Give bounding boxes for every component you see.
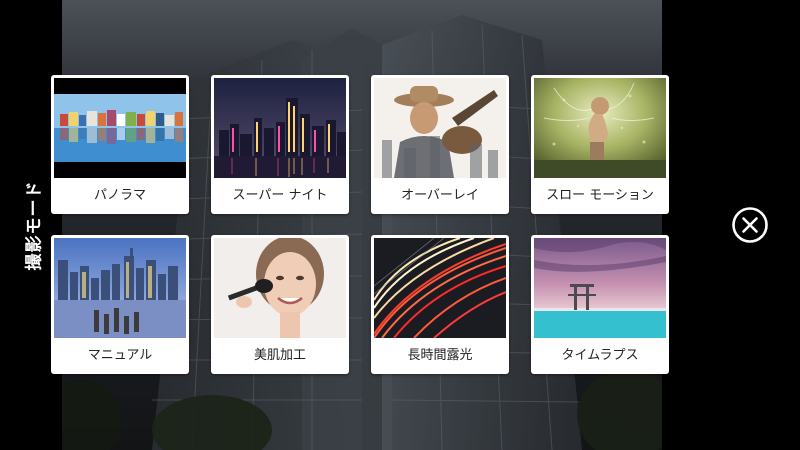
super-night-thumbnail: [214, 78, 346, 178]
mode-card-timelapse[interactable]: タイムラプス: [531, 235, 669, 374]
timelapse-thumbnail: [534, 238, 666, 338]
camera-mode-screen: 撮影モード パノラマ スーパー ナイト オーバーレイ スロー モーション マニュ…: [0, 0, 800, 450]
panorama-thumbnail: [54, 78, 186, 178]
mode-card-overlay[interactable]: オーバーレイ: [371, 75, 509, 214]
mode-title: 撮影モード: [16, 170, 48, 280]
mode-label: マニュアル: [87, 348, 153, 363]
slow-motion-thumbnail: [534, 78, 666, 178]
mode-label: スロー モーション: [546, 188, 654, 203]
mode-label: オーバーレイ: [401, 188, 479, 203]
mode-card-beauty[interactable]: 美肌加工: [211, 235, 349, 374]
mode-card-slow-motion[interactable]: スロー モーション: [531, 75, 669, 214]
mode-card-super-night[interactable]: スーパー ナイト: [211, 75, 349, 214]
mode-label: 美肌加工: [253, 348, 306, 363]
mode-label: タイムラプス: [561, 348, 639, 363]
close-button[interactable]: [731, 206, 769, 244]
overlay-thumbnail: [374, 78, 506, 178]
mode-label: スーパー ナイト: [232, 188, 328, 203]
beauty-thumbnail: [214, 238, 346, 338]
building-background-image: [62, 15, 662, 450]
close-icon: [732, 207, 768, 243]
background-photo: [62, 0, 662, 450]
mode-card-panorama[interactable]: パノラマ: [51, 75, 189, 214]
mode-card-long-exposure[interactable]: 長時間露光: [371, 235, 509, 374]
long-exposure-thumbnail: [374, 238, 506, 338]
mode-card-manual[interactable]: マニュアル: [51, 235, 189, 374]
manual-thumbnail: [54, 238, 186, 338]
mode-title-text: 撮影モード: [24, 180, 45, 270]
mode-label: パノラマ: [93, 188, 146, 203]
mode-label: 長時間露光: [407, 348, 473, 363]
